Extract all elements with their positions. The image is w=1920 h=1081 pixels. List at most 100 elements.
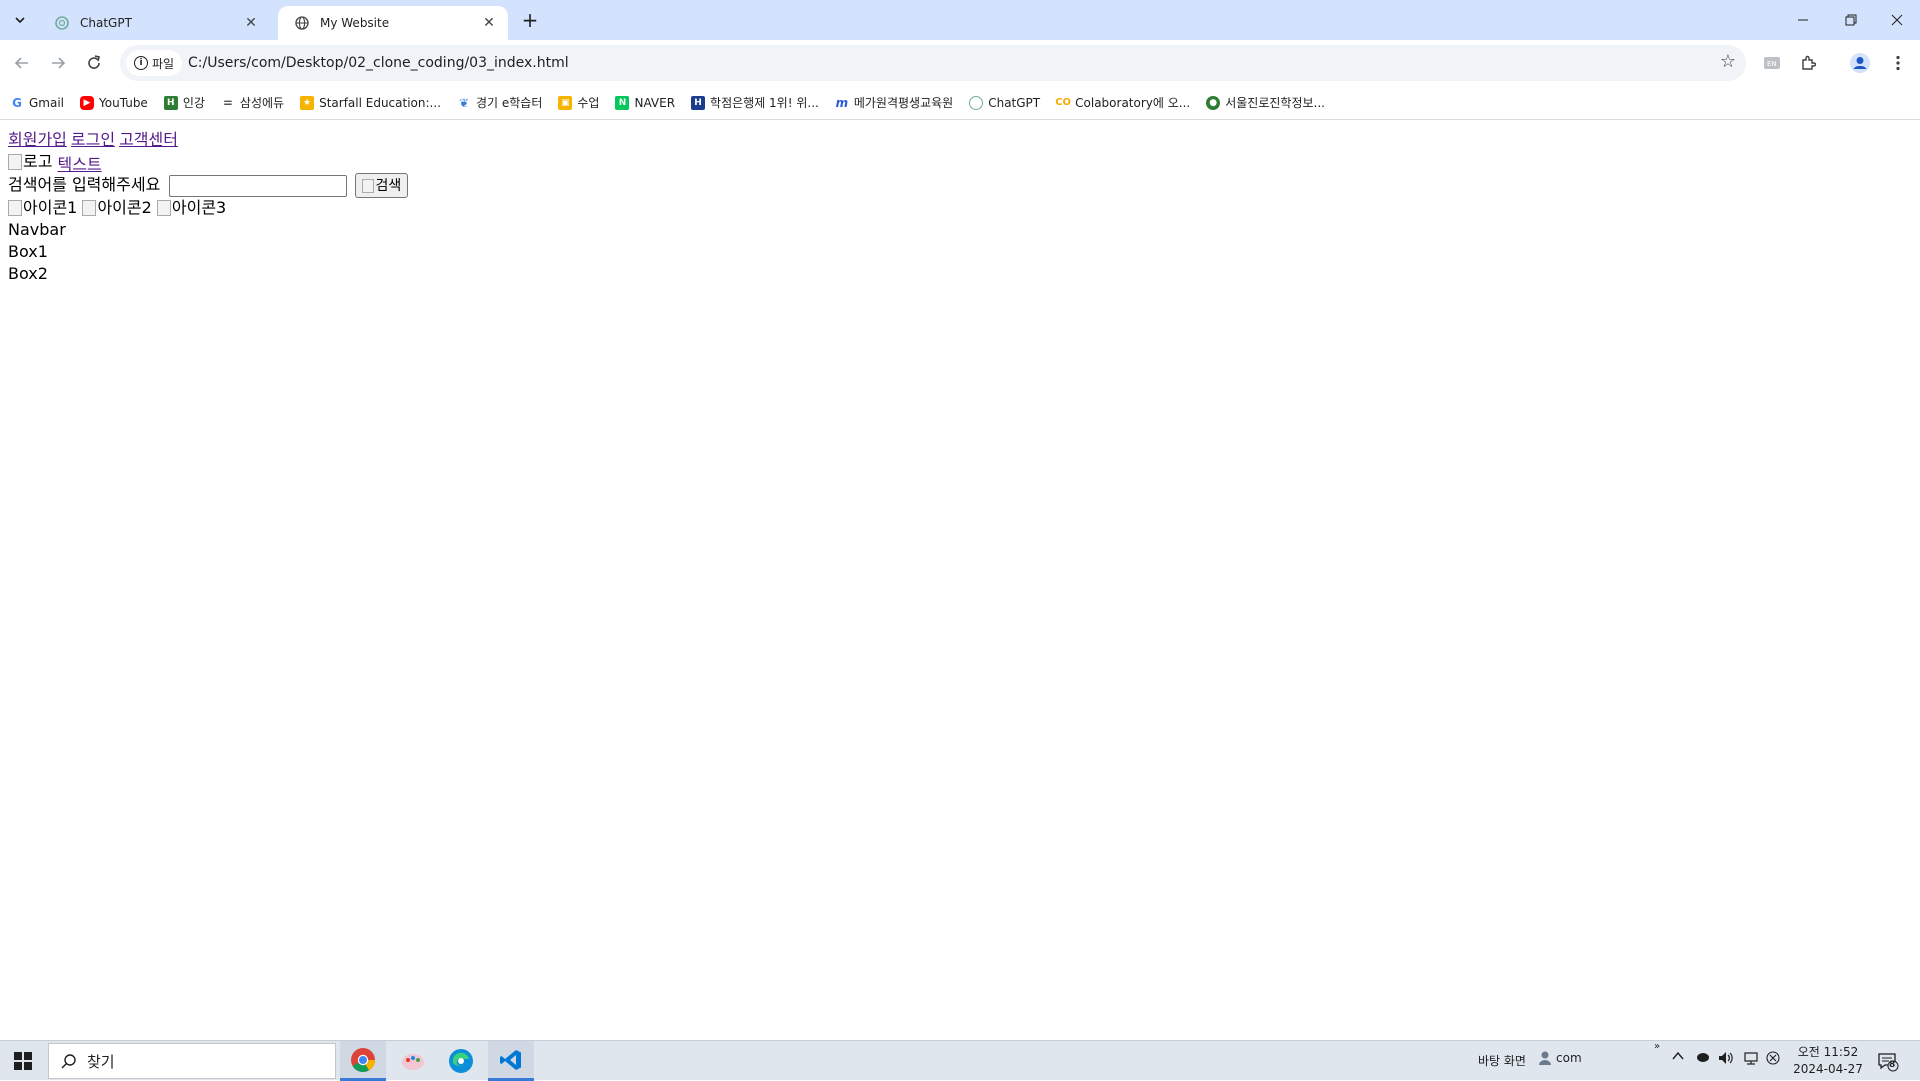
windows-logo-icon	[14, 1052, 32, 1070]
close-window-button[interactable]	[1874, 0, 1920, 40]
box2-section: Box2	[8, 264, 48, 283]
start-button[interactable]	[0, 1041, 46, 1081]
bookmark-seoul-career[interactable]: ● 서울진로진학정보...	[1206, 94, 1325, 111]
profile-avatar-icon[interactable]	[1846, 49, 1874, 77]
address-bar[interactable]: i 파일 C:/Users/com/Desktop/02_clone_codin…	[120, 45, 1746, 81]
new-tab-button[interactable]: +	[518, 8, 542, 32]
reload-button[interactable]	[80, 49, 108, 77]
tab-strip: ChatGPT ✕ My Website ✕ +	[0, 0, 1920, 40]
logo-text-link[interactable]: 텍스트	[58, 155, 102, 174]
paint-icon	[402, 1054, 424, 1070]
search-input[interactable]	[169, 174, 348, 197]
tab-search-button[interactable]	[6, 8, 34, 32]
icon3-image[interactable]: 아이콘3	[156, 197, 226, 219]
desktop-label[interactable]: 바탕 화면	[1478, 1052, 1526, 1069]
chat-bubble-icon[interactable]	[1696, 1052, 1710, 1067]
edge-icon	[449, 1049, 473, 1073]
clock-date: 2024-04-27	[1793, 1062, 1863, 1076]
restore-button[interactable]	[1828, 0, 1874, 40]
info-icon: i	[134, 56, 148, 70]
bookmark-classroom[interactable]: ▣ 수업	[558, 94, 599, 111]
taskbar-search-placeholder: 찾기	[87, 1052, 115, 1071]
dash-icon: =	[222, 95, 233, 110]
taskbar-search-box[interactable]: 찾기	[48, 1043, 336, 1079]
speaker-icon[interactable]	[1718, 1051, 1734, 1068]
url-text[interactable]: C:/Users/com/Desktop/02_clone_coding/03_…	[188, 55, 569, 71]
bookmark-star-icon[interactable]: ☆	[1720, 51, 1736, 72]
bookmark-mega-education[interactable]: m 메가원격평생교육원	[835, 94, 954, 111]
chevron-up-icon[interactable]	[1672, 1050, 1684, 1065]
browser-window: ChatGPT ✕ My Website ✕ + i 파일 C:/Users/c…	[0, 0, 1920, 1040]
back-button[interactable]	[8, 49, 36, 77]
bookmark-naver[interactable]: N NAVER	[615, 95, 675, 110]
icon2-image[interactable]: 아이콘2	[82, 197, 152, 219]
classroom-icon: ▣	[558, 95, 573, 110]
system-clock[interactable]: 오전 11:52 2024-04-27	[1788, 1044, 1868, 1078]
menu-kebab-icon[interactable]	[1884, 49, 1912, 77]
youtube-icon: ▶	[80, 95, 95, 110]
search-button[interactable]: 검색	[355, 173, 409, 198]
bookmark-chatgpt[interactable]: ChatGPT	[969, 95, 1040, 110]
minimize-button[interactable]	[1780, 0, 1826, 40]
close-icon[interactable]: ✕	[242, 14, 260, 32]
login-link[interactable]: 로그인	[71, 130, 115, 149]
search-label: 검색어를 입력해주세요	[8, 175, 161, 194]
naver-icon: N	[615, 95, 630, 110]
broken-image-icon	[8, 154, 22, 170]
bookmark-samsung-edu[interactable]: = 삼성에듀	[221, 94, 284, 111]
network-icon[interactable]	[1744, 1051, 1760, 1068]
bookmark-gyeonggi-e-learning[interactable]: ❦ 경기 e학습터	[457, 94, 542, 111]
extensions-icon[interactable]	[1794, 49, 1822, 77]
bookmark-youtube[interactable]: ▶ YouTube	[80, 95, 148, 110]
restore-icon	[1845, 14, 1857, 26]
taskbar-edge[interactable]	[438, 1041, 484, 1081]
tab-title: My Website	[320, 16, 390, 30]
mega-icon: m	[835, 95, 849, 110]
arrow-left-icon	[14, 57, 28, 69]
close-icon[interactable]: ✕	[480, 14, 498, 32]
taskbar-vscode[interactable]	[488, 1041, 534, 1081]
clock-time: 오전 11:52	[1797, 1045, 1859, 1059]
bookmark-colab[interactable]: CO Colaboratory에 오...	[1055, 94, 1190, 111]
box1-section: Box1	[8, 242, 48, 261]
translate-extension-icon[interactable]: EN	[1758, 49, 1786, 77]
icon1-image[interactable]: 아이콘1	[8, 197, 77, 219]
broken-image-icon	[82, 200, 97, 216]
logo-image[interactable]: 로고	[8, 151, 52, 173]
user-icon	[1538, 1050, 1552, 1069]
bookmarks-bar: G Gmail ▶ YouTube H 인강 = 삼성에듀 ★ Starfall Educ…	[0, 86, 1920, 120]
svg-text:EN: EN	[1767, 60, 1777, 68]
toolbar-overflow-icon[interactable]: »	[1654, 1041, 1660, 1052]
notification-center-button[interactable]: 8	[1874, 1049, 1904, 1075]
bookmark-ingang[interactable]: H 인강	[163, 94, 205, 111]
minimize-icon	[1798, 19, 1808, 21]
globe-icon	[294, 15, 310, 31]
chrome-icon	[351, 1047, 375, 1072]
close-icon	[1891, 14, 1903, 26]
tab-my-website[interactable]: My Website ✕	[278, 6, 508, 40]
reload-icon	[88, 55, 100, 69]
top-links: 회원가입 로그인 고객센터	[8, 129, 1912, 151]
bookmark-credit-bank[interactable]: H 학점은행제 1위! 위...	[691, 94, 819, 111]
broken-image-icon	[8, 200, 22, 216]
colab-icon: CO	[1055, 97, 1072, 108]
bookmark-gmail[interactable]: G Gmail	[10, 96, 64, 110]
star-icon: ★	[300, 95, 315, 110]
h-icon: H	[163, 95, 178, 110]
broken-image-icon	[362, 178, 375, 193]
customer-center-link[interactable]: 고객센터	[119, 130, 178, 149]
tab-chatgpt[interactable]: ChatGPT ✕	[38, 6, 270, 40]
disconnected-icon[interactable]	[1766, 1051, 1780, 1068]
google-icon: G	[12, 95, 22, 110]
vscode-icon	[500, 1049, 521, 1070]
forward-button[interactable]	[44, 49, 72, 77]
notification-count: 8	[1889, 1060, 1896, 1070]
site-info-button[interactable]: i 파일	[126, 50, 183, 76]
taskbar-chrome[interactable]	[340, 1041, 386, 1081]
arrow-right-icon	[52, 57, 66, 69]
logo-link[interactable]: 로고 텍스트	[8, 151, 1912, 174]
signup-link[interactable]: 회원가입	[8, 130, 67, 149]
taskbar-paint[interactable]	[390, 1041, 436, 1081]
windows-taskbar: 찾기 바탕 화면 com » 오전 11:52 2024-04-27 8	[0, 1040, 1920, 1081]
bookmark-starfall[interactable]: ★ Starfall Education:...	[300, 95, 441, 110]
